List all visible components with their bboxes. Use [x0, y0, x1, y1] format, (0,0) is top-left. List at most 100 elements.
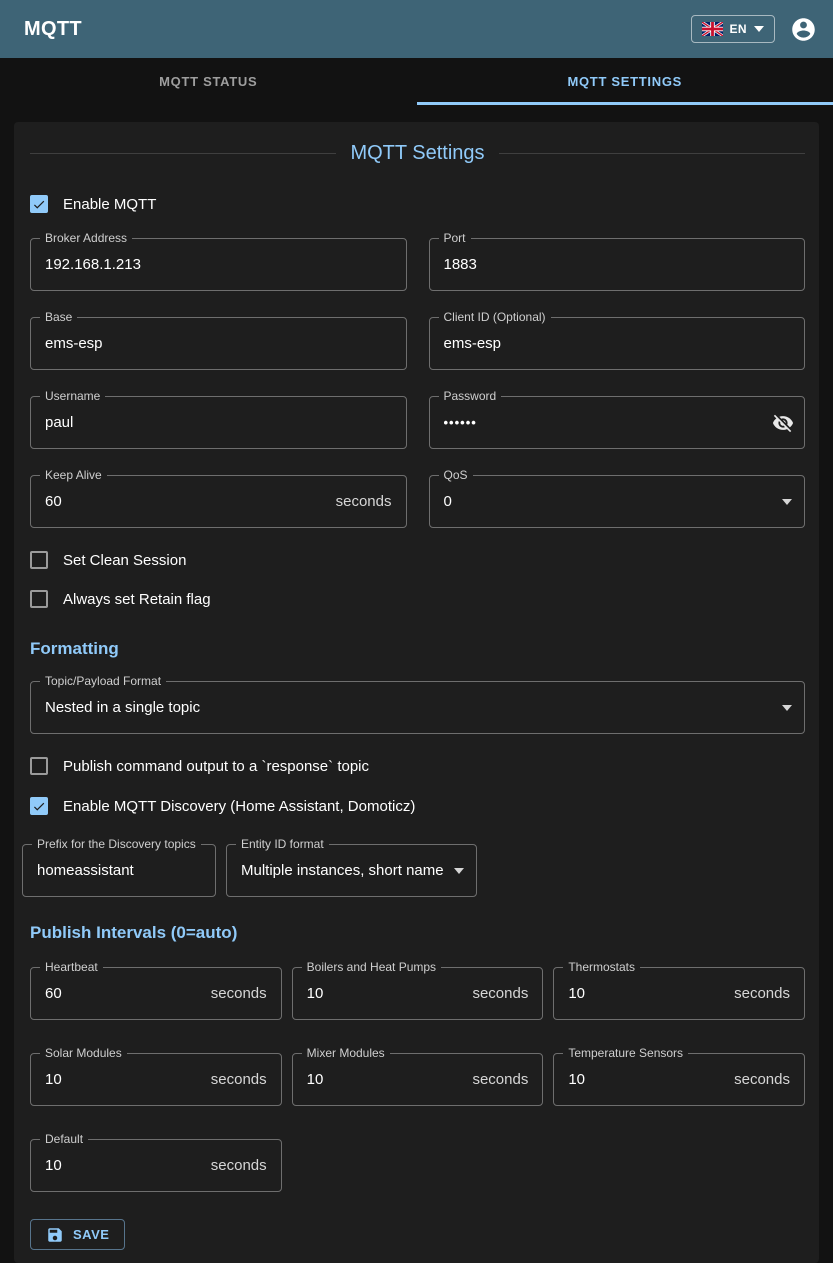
discovery-prefix-input[interactable]: [23, 862, 215, 879]
field-label: Prefix for the Discovery topics: [32, 837, 201, 852]
unit-label: seconds: [734, 985, 790, 1002]
save-icon: [46, 1226, 64, 1244]
uk-flag-icon: [702, 22, 723, 36]
base-input[interactable]: [31, 335, 406, 352]
unit-label: seconds: [734, 1071, 790, 1088]
field-label: Default: [40, 1132, 88, 1147]
unit-label: seconds: [211, 1071, 267, 1088]
broker-address-input[interactable]: [31, 256, 406, 273]
default-interval-field: Default seconds: [30, 1139, 282, 1192]
toggle-password-visibility-button[interactable]: [772, 412, 794, 434]
intervals-row-2: Solar Modules seconds Mixer Modules seco…: [30, 1053, 805, 1106]
field-label: Port: [439, 231, 471, 246]
field-row-broker-port: Broker Address Port: [30, 238, 805, 291]
username-field: Username: [30, 396, 407, 449]
save-button[interactable]: SAVE: [30, 1219, 125, 1250]
discovery-prefix-field: Prefix for the Discovery topics: [22, 844, 216, 897]
chevron-down-icon: [754, 26, 764, 32]
checkbox-enable-mqtt[interactable]: Enable MQTT: [30, 192, 805, 216]
checkbox-clean-session[interactable]: Set Clean Session: [30, 548, 805, 572]
topic-payload-format-select[interactable]: Topic/Payload Format Nested in a single …: [30, 681, 805, 734]
field-row-discovery: Prefix for the Discovery topics Entity I…: [22, 844, 805, 897]
client-id-input[interactable]: [430, 335, 805, 352]
checkbox-unchecked-icon[interactable]: [30, 551, 48, 569]
password-input[interactable]: [430, 415, 805, 430]
checkbox-unchecked-icon[interactable]: [30, 757, 48, 775]
selected-value: Nested in a single topic: [31, 699, 200, 716]
solar-modules-field: Solar Modules seconds: [30, 1053, 282, 1106]
field-label: Heartbeat: [40, 960, 103, 975]
port-field: Port: [429, 238, 806, 291]
field-label: Temperature Sensors: [563, 1046, 688, 1061]
base-field: Base: [30, 317, 407, 370]
field-row-keepalive-qos: Keep Alive seconds QoS 0: [30, 475, 805, 528]
checkbox-label: Enable MQTT: [63, 196, 156, 213]
account-circle-icon: [790, 16, 817, 43]
tab-mqtt-settings[interactable]: MQTT SETTINGS: [417, 58, 833, 105]
page-title: MQTT: [24, 18, 691, 41]
intervals-row-1: Heartbeat seconds Boilers and Heat Pumps…: [30, 967, 805, 1020]
intervals-row-3: Default seconds: [30, 1139, 805, 1192]
field-label: Mixer Modules: [302, 1046, 390, 1061]
checkbox-label: Always set Retain flag: [63, 591, 211, 608]
language-code: EN: [730, 22, 747, 36]
account-button[interactable]: [790, 16, 817, 43]
keep-alive-field: Keep Alive seconds: [30, 475, 407, 528]
thermostats-field: Thermostats seconds: [553, 967, 805, 1020]
field-label: Password: [439, 389, 502, 404]
dropdown-caret-icon: [782, 499, 792, 505]
field-row-username-password: Username Password: [30, 396, 805, 449]
checkbox-retain-flag[interactable]: Always set Retain flag: [30, 587, 805, 611]
field-label: Keep Alive: [40, 468, 107, 483]
username-input[interactable]: [31, 414, 406, 431]
checkbox-response-topic[interactable]: Publish command output to a `response` t…: [30, 754, 805, 778]
checkbox-unchecked-icon[interactable]: [30, 590, 48, 608]
unit-label: seconds: [472, 1071, 528, 1088]
page-body: MQTT Settings Enable MQTT Broker Address…: [0, 105, 833, 1263]
field-label: Client ID (Optional): [439, 310, 551, 325]
checkbox-checked-icon[interactable]: [30, 797, 48, 815]
field-label: Base: [40, 310, 77, 325]
checkbox-label: Enable MQTT Discovery (Home Assistant, D…: [63, 798, 415, 815]
field-label: Solar Modules: [40, 1046, 127, 1061]
selected-value: Multiple instances, short name: [227, 862, 444, 879]
field-row-base-clientid: Base Client ID (Optional): [30, 317, 805, 370]
formatting-heading: Formatting: [30, 639, 805, 659]
qos-select[interactable]: QoS 0: [429, 475, 806, 528]
tab-mqtt-status[interactable]: MQTT STATUS: [0, 58, 417, 105]
checkbox-label: Publish command output to a `response` t…: [63, 758, 369, 775]
tab-bar: MQTT STATUS MQTT SETTINGS: [0, 58, 833, 105]
unit-label: seconds: [211, 985, 267, 1002]
language-selector[interactable]: EN: [691, 15, 775, 43]
field-label: Username: [40, 389, 105, 404]
checkbox-label: Set Clean Session: [63, 552, 186, 569]
unit-label: seconds: [336, 493, 392, 510]
visibility-off-icon: [772, 412, 794, 434]
field-label: Thermostats: [563, 960, 640, 975]
selected-value: 0: [430, 493, 452, 510]
password-field: Password: [429, 396, 806, 449]
boilers-heat-pumps-field: Boilers and Heat Pumps seconds: [292, 967, 544, 1020]
broker-address-field: Broker Address: [30, 238, 407, 291]
checkbox-mqtt-discovery[interactable]: Enable MQTT Discovery (Home Assistant, D…: [30, 794, 805, 818]
app-bar: MQTT EN: [0, 0, 833, 58]
heartbeat-field: Heartbeat seconds: [30, 967, 282, 1020]
port-input[interactable]: [430, 256, 805, 273]
save-button-label: SAVE: [73, 1227, 109, 1242]
field-label: Entity ID format: [236, 837, 329, 852]
entity-id-format-select[interactable]: Entity ID format Multiple instances, sho…: [226, 844, 477, 897]
mixer-modules-field: Mixer Modules seconds: [292, 1053, 544, 1106]
checkbox-checked-icon[interactable]: [30, 195, 48, 213]
section-title: MQTT Settings: [30, 142, 805, 165]
unit-label: seconds: [211, 1157, 267, 1174]
field-label: QoS: [439, 468, 473, 483]
field-label: Boilers and Heat Pumps: [302, 960, 441, 975]
field-label: Topic/Payload Format: [40, 674, 166, 689]
unit-label: seconds: [472, 985, 528, 1002]
temperature-sensors-field: Temperature Sensors seconds: [553, 1053, 805, 1106]
dropdown-caret-icon: [782, 705, 792, 711]
settings-card: MQTT Settings Enable MQTT Broker Address…: [14, 122, 819, 1263]
dropdown-caret-icon: [454, 868, 464, 874]
publish-intervals-heading: Publish Intervals (0=auto): [30, 923, 805, 943]
field-label: Broker Address: [40, 231, 132, 246]
